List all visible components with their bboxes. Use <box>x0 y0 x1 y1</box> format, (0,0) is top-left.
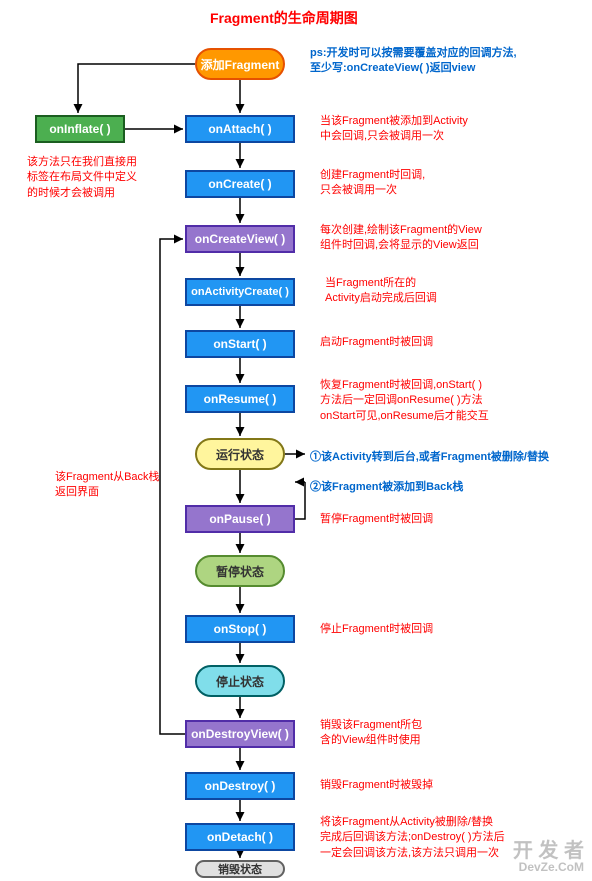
note-back: 该Fragment从Back栈 返回界面 <box>55 470 160 501</box>
note-oncreate: 创建Fragment时回调, 只会被调用一次 <box>320 168 425 199</box>
label: onPause( ) <box>209 512 270 526</box>
note-onresume: 恢复Fragment时被回调,onStart( ) 方法后一定回调onResum… <box>320 378 489 424</box>
note-ps: ps:开发时可以按需要覆盖对应的回调方法, 至少写:onCreateView( … <box>310 46 517 77</box>
node-oninflate: onInflate( ) <box>35 115 125 143</box>
label: 暂停状态 <box>216 563 264 580</box>
node-onresume: onResume( ) <box>185 385 295 413</box>
label: onStop( ) <box>214 622 267 636</box>
label: 运行状态 <box>216 446 264 463</box>
note-onstop: 停止Fragment时被回调 <box>320 622 433 637</box>
node-onstart: onStart( ) <box>185 330 295 358</box>
label: onInflate( ) <box>49 122 110 136</box>
label: onDetach( ) <box>207 830 273 844</box>
node-paused: 暂停状态 <box>195 555 285 587</box>
note-running1: ①该Activity转到后台,或者Fragment被删除/替换 <box>310 450 549 465</box>
node-destroyed: 销毁状态 <box>195 860 285 878</box>
node-onactivitycreate: onActivityCreate( ) <box>185 278 295 306</box>
node-onpause: onPause( ) <box>185 505 295 533</box>
note-oncreateview: 每次创建,绘制该Fragment的View 组件时回调,会将显示的View返回 <box>320 223 482 254</box>
node-stopped: 停止状态 <box>195 665 285 697</box>
node-oncreateview: onCreateView( ) <box>185 225 295 253</box>
label: 添加Fragment <box>201 56 280 73</box>
label: 停止状态 <box>216 673 264 690</box>
label: onAttach( ) <box>208 122 271 136</box>
node-ondestroyview: onDestroyView( ) <box>185 720 295 748</box>
node-oncreate: onCreate( ) <box>185 170 295 198</box>
node-running: 运行状态 <box>195 438 285 470</box>
label: onCreate( ) <box>208 177 271 191</box>
note-ondetach: 将该Fragment从Activity被删除/替换 完成后回调该方法;onDes… <box>320 815 505 861</box>
label: onResume( ) <box>204 392 277 406</box>
note-onstart: 启动Fragment时被回调 <box>320 335 433 350</box>
node-onattach: onAttach( ) <box>185 115 295 143</box>
watermark: 开 发 者 DevZe.CoM <box>513 841 584 873</box>
node-onstop: onStop( ) <box>185 615 295 643</box>
node-add-fragment: 添加Fragment <box>195 48 285 80</box>
watermark-big: 开 发 者 <box>513 840 584 862</box>
label: 销毁状态 <box>218 861 262 877</box>
diagram-title: Fragment的生命周期图 <box>210 8 358 28</box>
label: onCreateView( ) <box>195 232 285 246</box>
note-running2: ②该Fragment被添加到Back栈 <box>310 480 463 495</box>
label: onDestroyView( ) <box>191 727 289 741</box>
node-ondestroy: onDestroy( ) <box>185 772 295 800</box>
label: onActivityCreate( ) <box>191 286 289 298</box>
label: onDestroy( ) <box>205 779 276 793</box>
note-oninflate: 该方法只在我们直接用 标签在布局文件中定义 的时候才会被调用 <box>27 155 137 201</box>
note-ondestroyview: 销毁该Fragment所包 含的View组件时使用 <box>320 718 422 749</box>
node-ondetach: onDetach( ) <box>185 823 295 851</box>
note-onpause: 暂停Fragment时被回调 <box>320 512 433 527</box>
note-onactivitycreate: 当Fragment所在的 Activity启动完成后回调 <box>325 276 437 307</box>
note-onattach: 当该Fragment被添加到Activity 中会回调,只会被调用一次 <box>320 114 468 145</box>
note-ondestroy: 销毁Fragment时被毁掉 <box>320 778 433 793</box>
label: onStart( ) <box>213 337 266 351</box>
watermark-small: DevZe.CoM <box>513 861 584 873</box>
